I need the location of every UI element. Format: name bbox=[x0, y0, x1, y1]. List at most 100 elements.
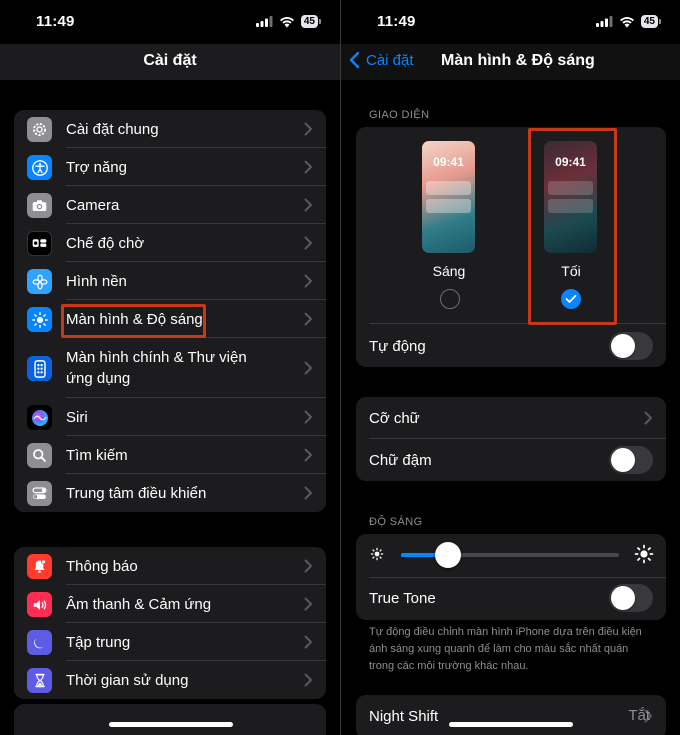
battery-icon: 45 bbox=[640, 15, 662, 28]
settings-row-standby[interactable]: Chế độ chờ bbox=[14, 224, 326, 262]
hourglass-icon bbox=[27, 668, 52, 693]
true-tone-toggle[interactable] bbox=[609, 584, 653, 612]
preview-widget bbox=[426, 199, 471, 213]
text-group: Cỡ chữ Chữ đậm bbox=[356, 397, 666, 481]
settings-row-label-line2: ứng dụng bbox=[66, 370, 131, 387]
status-time: 11:49 bbox=[377, 13, 416, 30]
chevron-right-icon bbox=[304, 312, 312, 326]
toggle-knob bbox=[611, 448, 635, 472]
settings-row-label: Âm thanh & Cảm ứng bbox=[66, 595, 212, 613]
toggle-knob bbox=[611, 586, 635, 610]
search-icon bbox=[27, 443, 52, 468]
chevron-right-icon bbox=[304, 486, 312, 500]
settings-row-label: Tìm kiếm bbox=[66, 446, 128, 464]
settings-row-camera[interactable]: Camera bbox=[14, 186, 326, 224]
night-shift-group: Night Shift bbox=[356, 695, 666, 735]
settings-row-label: Thông báo bbox=[66, 557, 138, 575]
brightness-slider-fill bbox=[401, 553, 439, 557]
settings-row-notifications[interactable]: Thông báo bbox=[14, 547, 326, 585]
settings-row-label: Cài đặt chung bbox=[66, 120, 159, 138]
settings-row-general[interactable]: Cài đặt chung bbox=[14, 110, 326, 148]
wifi-icon bbox=[279, 16, 294, 27]
settings-panel: 11:49 45 Cài đặt Cài đặt chung Trợ năng bbox=[0, 0, 340, 735]
appearance-group: 09:41 Sáng 09:41 Tối Tự động bbox=[356, 127, 666, 367]
bold-text-toggle[interactable] bbox=[609, 446, 653, 474]
true-tone-label: True Tone bbox=[369, 589, 436, 607]
settings-row-label-line1: Màn hình chính & Thư viện bbox=[66, 349, 247, 366]
bold-text-label: Chữ đậm bbox=[369, 451, 432, 469]
settings-row-label: Tập trung bbox=[66, 633, 131, 651]
settings-row-label: Trợ năng bbox=[66, 158, 127, 176]
settings-row-wallpaper[interactable]: Hình nền bbox=[14, 262, 326, 300]
camera-icon bbox=[27, 193, 52, 218]
settings-row-label: Thời gian sử dụng bbox=[66, 671, 189, 689]
settings-row-focus[interactable]: Tập trung bbox=[14, 623, 326, 661]
light-mode-label: Sáng bbox=[432, 263, 466, 279]
page-title: Cài đặt bbox=[143, 52, 197, 69]
night-shift-label: Night Shift bbox=[369, 707, 439, 725]
chevron-right-icon bbox=[304, 274, 312, 288]
settings-row-siri[interactable]: Siri bbox=[14, 398, 326, 436]
bold-text-row: Chữ đậm bbox=[356, 439, 666, 481]
settings-row-label: Siri bbox=[66, 408, 88, 426]
home-indicator bbox=[449, 722, 573, 727]
chevron-right-icon bbox=[304, 410, 312, 424]
settings-row-home-screen[interactable]: Màn hình chính & Thư viện ứng dụng bbox=[14, 338, 326, 398]
status-bar: 11:49 45 bbox=[0, 0, 340, 44]
control-center-icon bbox=[27, 481, 52, 506]
settings-row-accessibility[interactable]: Trợ năng bbox=[14, 148, 326, 186]
night-shift-row[interactable]: Night Shift bbox=[356, 695, 666, 735]
standby-icon bbox=[27, 231, 52, 256]
cellular-signal-icon bbox=[255, 16, 273, 27]
text-size-label: Cỡ chữ bbox=[369, 409, 420, 427]
brightness-slider-track[interactable] bbox=[401, 553, 619, 557]
text-size-row[interactable]: Cỡ chữ bbox=[356, 397, 666, 439]
settings-group-partial bbox=[14, 704, 326, 735]
chevron-right-icon bbox=[304, 361, 312, 375]
status-icons: 45 bbox=[595, 15, 662, 28]
nav-header: Cài đặt bbox=[0, 44, 340, 80]
chevron-right-icon bbox=[304, 198, 312, 212]
nav-header: Cài đặt Màn hình & Độ sáng bbox=[341, 44, 680, 80]
automatic-label: Tự động bbox=[369, 337, 426, 355]
sun-large-icon bbox=[634, 544, 654, 564]
accessibility-icon bbox=[27, 155, 52, 180]
moon-icon bbox=[27, 630, 52, 655]
brightness-group: True Tone bbox=[356, 534, 666, 620]
home-indicator bbox=[109, 722, 233, 727]
light-mode-radio[interactable] bbox=[440, 289, 460, 309]
night-shift-value: Tắt bbox=[628, 707, 650, 724]
section-header-appearance: GIAO DIỆN bbox=[369, 109, 430, 121]
battery-icon: 45 bbox=[300, 15, 322, 28]
automatic-row: Tự động bbox=[356, 325, 666, 367]
sun-small-icon bbox=[370, 547, 384, 561]
settings-row-screen-time[interactable]: Thời gian sử dụng bbox=[14, 661, 326, 699]
settings-row-sounds-haptics[interactable]: Âm thanh & Cảm ứng bbox=[14, 585, 326, 623]
automatic-toggle[interactable] bbox=[609, 332, 653, 360]
display-brightness-panel: 11:49 45 Cài đặt Màn hình & Độ sáng GIAO… bbox=[341, 0, 680, 735]
light-mode-preview: 09:41 bbox=[422, 141, 475, 253]
bell-icon bbox=[27, 554, 52, 579]
cellular-signal-icon bbox=[595, 16, 613, 27]
preview-widget bbox=[426, 181, 471, 195]
chevron-left-icon bbox=[349, 51, 360, 69]
back-button[interactable]: Cài đặt bbox=[349, 51, 414, 69]
settings-row-label: Camera bbox=[66, 196, 120, 214]
section-header-brightness: ĐỘ SÁNG bbox=[369, 516, 423, 528]
settings-row-search[interactable]: Tìm kiếm bbox=[14, 436, 326, 474]
back-button-label: Cài đặt bbox=[366, 51, 414, 69]
chevron-right-icon bbox=[644, 411, 652, 425]
highlight-box-display-brightness bbox=[61, 304, 206, 338]
settings-row-control-center[interactable]: Trung tâm điều khiển bbox=[14, 474, 326, 512]
toggle-knob bbox=[611, 334, 635, 358]
chevron-right-icon bbox=[304, 597, 312, 611]
settings-row-label: Màn hình chính & Thư viện ứng dụng bbox=[66, 347, 247, 389]
settings-group-notifications: Thông báo Âm thanh & Cảm ứng Tập trung T… bbox=[14, 547, 326, 699]
preview-time: 09:41 bbox=[433, 155, 464, 169]
chevron-right-icon bbox=[304, 448, 312, 462]
settings-row-label: Hình nền bbox=[66, 272, 127, 290]
siri-icon bbox=[27, 405, 52, 430]
separator bbox=[369, 323, 666, 324]
brightness-slider-thumb[interactable] bbox=[435, 542, 462, 568]
true-tone-row: True Tone bbox=[356, 577, 666, 619]
